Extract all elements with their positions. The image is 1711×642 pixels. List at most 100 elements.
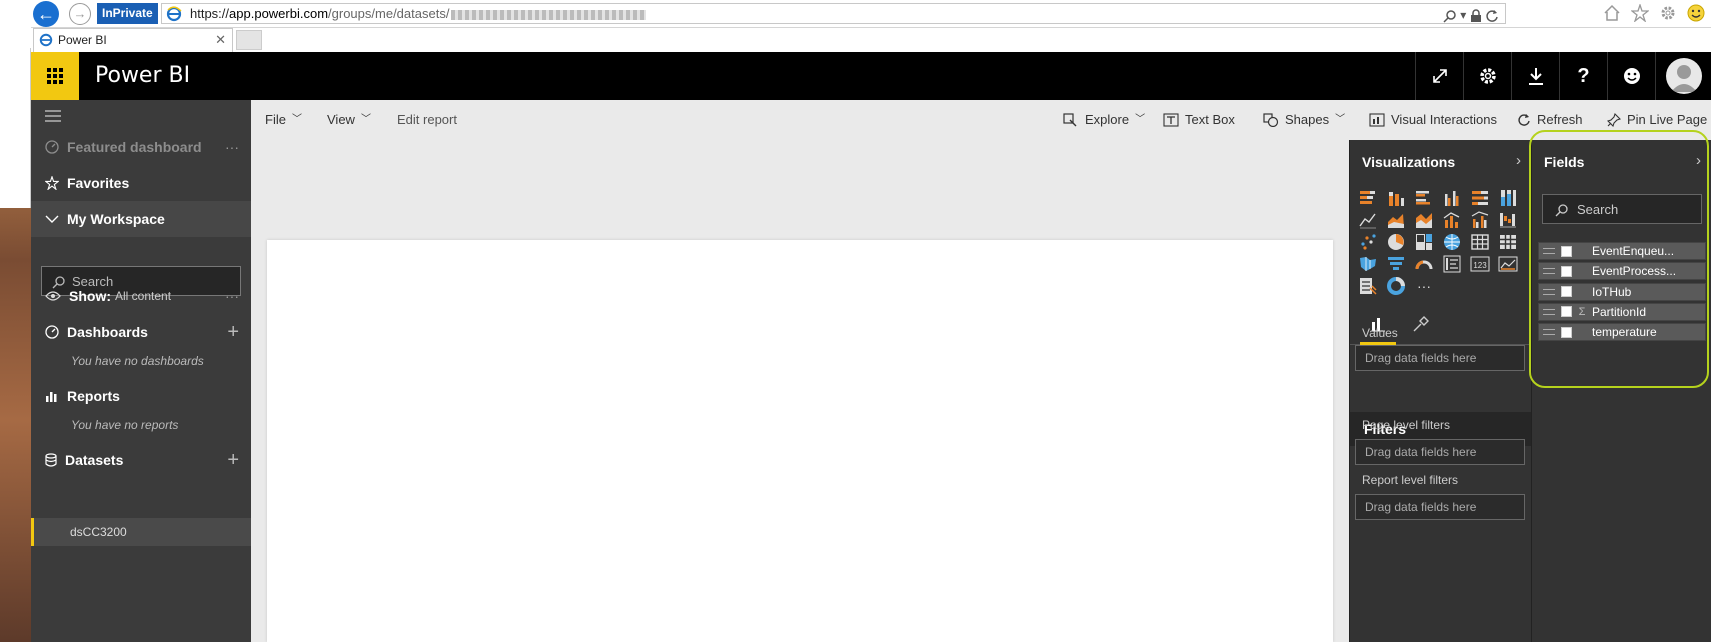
featured-dashboard-label: Featured dashboard (67, 139, 202, 155)
url-path: /groups/me/datasets/ (328, 6, 450, 21)
report-level-filters-label: Report level filters (1362, 473, 1459, 487)
star-icon[interactable] (1631, 4, 1649, 22)
url-controls: ▾ (1443, 6, 1499, 23)
visual-interactions-label: Visual Interactions (1391, 112, 1497, 127)
profile-button[interactable] (1655, 52, 1711, 100)
more-icon-glyph: ··· (1417, 278, 1431, 294)
datasets-section[interactable]: Datasets + (31, 442, 251, 478)
more-options-icon[interactable]: ··· (225, 139, 239, 155)
scatter-icon[interactable] (1358, 232, 1378, 252)
featured-dashboard-item[interactable]: Featured dashboard ··· (31, 129, 251, 165)
treemap-icon[interactable] (1414, 232, 1434, 252)
page-filters-drop-zone[interactable]: Drag data fields here (1355, 439, 1525, 465)
filled-map-icon[interactable] (1358, 254, 1378, 274)
chevron-down-icon: ﹀ (1335, 114, 1346, 125)
more-options-icon[interactable]: ··· (225, 288, 239, 304)
values-drop-zone[interactable]: Drag data fields here (1355, 345, 1525, 371)
table-icon[interactable] (1470, 232, 1490, 252)
clustered-bar-icon[interactable] (1414, 188, 1434, 208)
shapes-icon (1263, 113, 1279, 127)
dataset-item[interactable]: dsCC3200 (31, 518, 251, 546)
multirow-card-icon[interactable] (1442, 254, 1462, 274)
more-icon[interactable]: ··· (1414, 276, 1434, 296)
dashboard-icon (45, 140, 59, 154)
app-launcher-button[interactable] (31, 52, 79, 100)
url-field[interactable]: https://app.powerbi.com/groups/me/datase… (161, 3, 1506, 24)
view-label: View (327, 112, 355, 127)
report-filters-drop-zone[interactable]: Drag data fields here (1355, 494, 1525, 520)
ie-icon (39, 33, 53, 47)
line-column-icon[interactable] (1442, 210, 1462, 230)
new-tab-button[interactable] (236, 30, 262, 50)
text-box-button[interactable]: Text Box (1163, 100, 1235, 140)
stacked-area-icon[interactable] (1414, 210, 1434, 230)
database-icon (45, 453, 57, 467)
line-clustered-icon[interactable] (1470, 210, 1490, 230)
slicer-icon[interactable] (1358, 276, 1378, 296)
kpi-icon[interactable] (1498, 254, 1518, 274)
line-chart-icon[interactable] (1358, 210, 1378, 230)
add-dashboard-icon[interactable]: + (227, 321, 239, 344)
donut-icon[interactable] (1386, 276, 1406, 296)
stacked-bar-icon[interactable] (1358, 188, 1378, 208)
visual-interactions-button[interactable]: Visual Interactions (1369, 100, 1497, 140)
download-button[interactable] (1511, 52, 1559, 100)
dashboards-section[interactable]: Dashboards + (31, 314, 251, 350)
gear-icon[interactable] (1659, 4, 1677, 22)
visualizations-pane: Visualizations › 123 ··· Values Drag data… (1349, 140, 1532, 642)
fullscreen-button[interactable] (1415, 52, 1463, 100)
help-button[interactable]: ? (1559, 52, 1607, 100)
browser-tab[interactable]: Power BI ✕ (33, 28, 233, 52)
dashboards-label: Dashboards (67, 324, 148, 340)
dashboard-icon (45, 325, 59, 339)
card-icon[interactable]: 123 (1470, 254, 1490, 274)
dropdown-arrow-icon[interactable]: ▾ (1460, 8, 1466, 22)
back-button[interactable]: ← (33, 1, 59, 27)
pie-chart-icon[interactable] (1386, 232, 1406, 252)
view-menu[interactable]: View ﹀ (327, 100, 371, 140)
fields-highlight-outline (1529, 130, 1709, 388)
edit-report-button[interactable]: Edit report (397, 100, 457, 140)
explore-menu[interactable]: Explore ﹀ (1063, 100, 1145, 140)
chevron-down-icon: ﹀ (360, 114, 371, 125)
report-page[interactable] (267, 240, 1333, 642)
waterfall-icon[interactable] (1498, 210, 1518, 230)
settings-button[interactable] (1463, 52, 1511, 100)
add-dataset-icon[interactable]: + (227, 449, 239, 472)
reports-section[interactable]: Reports (31, 378, 251, 414)
100-column-icon[interactable] (1498, 188, 1518, 208)
100-bar-icon[interactable] (1470, 188, 1490, 208)
forward-button[interactable]: → (69, 3, 91, 25)
show-filter[interactable]: Show: All content ··· (31, 278, 251, 314)
shapes-menu[interactable]: Shapes ﹀ (1263, 100, 1345, 140)
hamburger-button[interactable] (31, 104, 251, 128)
show-label: Show: (69, 288, 111, 304)
browser-tab-strip: Power BI ✕ (31, 28, 1711, 52)
stacked-column-icon[interactable] (1386, 188, 1406, 208)
hamburger-icon (45, 110, 61, 122)
smiley-icon (1623, 68, 1640, 84)
expand-icon (1432, 69, 1447, 83)
close-tab-icon[interactable]: ✕ (215, 29, 226, 51)
feedback-button[interactable] (1607, 52, 1655, 100)
reports-label: Reports (67, 388, 120, 404)
clustered-column-icon[interactable] (1442, 188, 1462, 208)
search-icon[interactable] (1443, 9, 1457, 23)
favorites-item[interactable]: Favorites (31, 165, 251, 201)
file-menu[interactable]: File ﹀ (265, 100, 302, 140)
lock-icon (1470, 9, 1481, 22)
refresh-icon[interactable] (1485, 9, 1499, 23)
format-tab[interactable] (1402, 305, 1438, 345)
my-workspace-item[interactable]: My Workspace (31, 201, 251, 237)
smiley-icon[interactable] (1687, 4, 1705, 22)
gauge-icon[interactable] (1414, 254, 1434, 274)
explore-label: Explore (1085, 112, 1130, 127)
funnel-icon[interactable] (1386, 254, 1406, 274)
bar-chart-icon (46, 392, 57, 402)
map-icon[interactable] (1442, 232, 1462, 252)
home-icon[interactable] (1603, 4, 1621, 22)
matrix-icon[interactable] (1498, 232, 1518, 252)
area-chart-icon[interactable] (1386, 210, 1406, 230)
collapse-visualizations-icon[interactable]: › (1516, 152, 1521, 169)
my-workspace-label: My Workspace (67, 211, 165, 227)
